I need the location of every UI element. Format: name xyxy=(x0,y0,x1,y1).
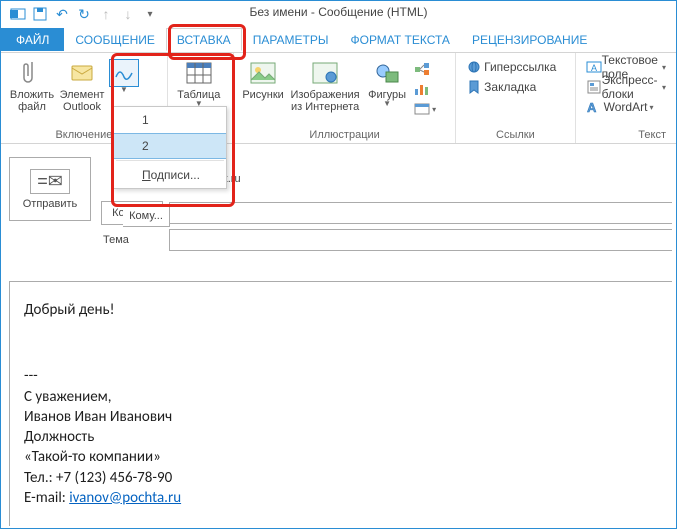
signature-icon xyxy=(109,59,139,87)
table-icon xyxy=(174,57,224,89)
svg-text:A: A xyxy=(587,100,597,114)
message-body[interactable]: Добрый день! --- С уважением, Иванов Ива… xyxy=(9,281,672,526)
send-icon: =✉ xyxy=(30,169,70,194)
group-label-links: Ссылки xyxy=(462,129,569,143)
hyperlink-icon xyxy=(466,60,484,74)
cc-input[interactable] xyxy=(169,202,672,224)
signature-block: --- С уважением, Иванов Иван Иванович До… xyxy=(24,366,658,508)
tab-format-text[interactable]: ФОРМАТ ТЕКСТА xyxy=(339,28,460,51)
group-label-illustrations: Иллюстрации xyxy=(240,129,449,143)
to-button-partial[interactable]: Кому... xyxy=(123,205,170,227)
subject-label: Тема xyxy=(101,234,169,246)
tab-insert[interactable]: ВСТАВКА xyxy=(166,28,242,51)
shapes-button[interactable]: Фигуры ▼ xyxy=(364,55,410,108)
shapes-icon xyxy=(364,57,410,89)
screenshot-button[interactable]: ▾ xyxy=(410,99,440,119)
signature-item-2[interactable]: 2 xyxy=(114,133,226,159)
smartart-icon xyxy=(414,62,432,76)
tab-message[interactable]: СООБЩЕНИЕ xyxy=(64,28,166,51)
outlook-item-button[interactable]: Элемент Outlook xyxy=(57,55,107,113)
save-icon[interactable] xyxy=(29,4,51,24)
svg-text:A: A xyxy=(591,63,597,73)
ribbon: Вложить файл Элемент Outlook ▼ Включение xyxy=(1,53,676,144)
screenshot-icon xyxy=(414,102,430,116)
online-picture-icon xyxy=(286,57,364,89)
pictures-button[interactable]: Рисунки xyxy=(240,55,286,101)
ribbon-tabs: ФАЙЛ СООБЩЕНИЕ ВСТАВКА ПАРАМЕТРЫ ФОРМАТ … xyxy=(1,28,676,53)
smartart-button[interactable] xyxy=(410,59,440,79)
picture-icon xyxy=(240,57,286,89)
quick-access-toolbar: ↶ ↻ ↑ ↓ ▾ xyxy=(1,1,676,28)
previous-icon[interactable]: ↑ xyxy=(95,4,117,24)
hyperlink-button[interactable]: Гиперссылка xyxy=(462,57,560,77)
outlook-item-icon xyxy=(57,57,107,89)
quickparts-button[interactable]: Экспресс-блоки▾ xyxy=(582,77,670,97)
send-button[interactable]: =✉ Отправить xyxy=(9,157,91,221)
undo-icon[interactable]: ↶ xyxy=(51,4,73,24)
subject-input[interactable] xyxy=(169,229,672,251)
bookmark-button[interactable]: Закладка xyxy=(462,77,560,97)
group-label-text: Текст xyxy=(582,129,670,143)
tab-review[interactable]: РЕЦЕНЗИРОВАНИЕ xyxy=(461,28,598,51)
signatures-settings-item[interactable]: Подписи... xyxy=(114,162,226,188)
table-button[interactable]: Таблица ▼ xyxy=(174,55,224,108)
next-icon[interactable]: ↓ xyxy=(117,4,139,24)
tab-file[interactable]: ФАЙЛ xyxy=(1,28,64,51)
wordart-icon: A xyxy=(586,100,604,114)
signature-item-1[interactable]: 1 xyxy=(114,107,226,133)
quickparts-icon xyxy=(586,80,602,94)
body-greeting: Добрый день! xyxy=(24,300,658,320)
wordart-button[interactable]: A WordArt▾ xyxy=(582,97,670,117)
redo-icon[interactable]: ↻ xyxy=(73,4,95,24)
chart-button[interactable] xyxy=(410,79,440,99)
paperclip-icon xyxy=(7,57,57,89)
qat-outlook-icon xyxy=(7,4,29,24)
menu-separator xyxy=(116,160,224,161)
email-link[interactable]: ivanov@pochta.ru xyxy=(69,489,181,507)
chart-icon xyxy=(414,82,432,96)
attach-file-button[interactable]: Вложить файл xyxy=(7,55,57,113)
online-pictures-button[interactable]: Изображения из Интернета xyxy=(286,55,364,113)
signature-button[interactable]: ▼ xyxy=(107,55,141,94)
tab-options[interactable]: ПАРАМЕТРЫ xyxy=(242,28,340,51)
bookmark-icon xyxy=(466,80,484,94)
compose-header: =✉ Отправить rt.ru Кому... Копия... Тема xyxy=(9,157,672,251)
textbox-icon: A xyxy=(586,60,602,74)
chevron-down-icon: ▼ xyxy=(107,85,141,94)
qat-customize-icon[interactable]: ▾ xyxy=(139,4,161,24)
signature-dropdown: 1 2 Подписи... xyxy=(113,106,227,189)
